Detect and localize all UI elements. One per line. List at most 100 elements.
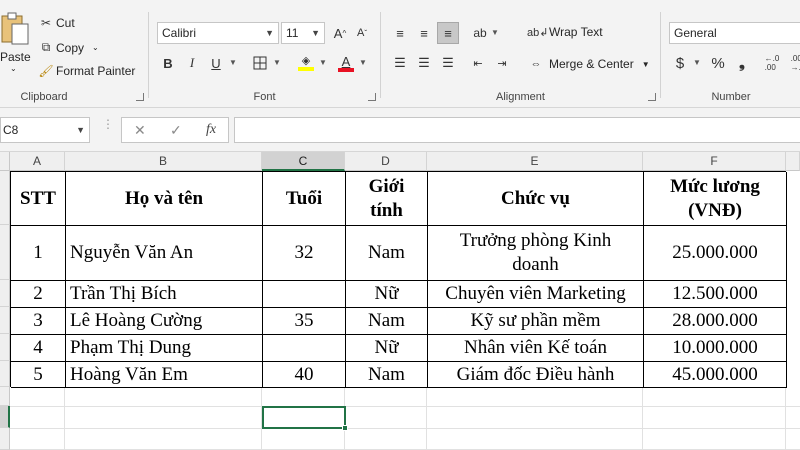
chevron-down-icon[interactable]: ▼: [491, 28, 499, 37]
merge-center-button[interactable]: ⇔ Merge & Center ▼: [527, 57, 650, 71]
wrap-text-button[interactable]: ab↲ Wrap Text: [527, 25, 603, 39]
table-cell[interactable]: 1: [11, 226, 66, 281]
row-header[interactable]: [0, 387, 10, 406]
row-header[interactable]: [0, 361, 10, 387]
table-cell[interactable]: Lê Hoàng Cường: [66, 308, 263, 335]
table-cell[interactable]: 32: [263, 226, 346, 281]
table-cell[interactable]: 5: [11, 362, 66, 388]
paste-button[interactable]: Paste ⌄: [0, 10, 31, 80]
select-all-corner[interactable]: [0, 152, 10, 171]
align-right-button[interactable]: ☰: [437, 52, 459, 74]
chevron-down-icon[interactable]: ▼: [273, 58, 281, 67]
fill-handle[interactable]: [342, 425, 348, 431]
column-header-b[interactable]: B: [65, 152, 262, 171]
column-header-a[interactable]: A: [10, 152, 65, 171]
row-header[interactable]: [0, 334, 10, 361]
column-header-c[interactable]: C: [262, 152, 345, 171]
table-header-cell[interactable]: Chức vụ: [428, 172, 644, 226]
cut-button[interactable]: ✂ Cut: [38, 16, 75, 30]
row-header[interactable]: [0, 225, 10, 280]
table-cell[interactable]: 28.000.000: [644, 308, 787, 335]
table-cell[interactable]: Nhân viên Kế toán: [428, 335, 644, 362]
table-cell[interactable]: Trần Thị Bích: [66, 281, 263, 308]
percent-button[interactable]: %: [707, 52, 729, 74]
enter-icon[interactable]: ✓: [170, 122, 182, 139]
table-cell[interactable]: Nguyễn Văn An: [66, 226, 263, 281]
table-header-cell[interactable]: STT: [11, 172, 66, 226]
column-header-d[interactable]: D: [345, 152, 427, 171]
row-header[interactable]: [0, 171, 10, 225]
fill-color-button[interactable]: ◈: [295, 52, 317, 74]
font-size-select[interactable]: 11 ▼: [281, 22, 325, 44]
column-header-f[interactable]: F: [643, 152, 786, 171]
table-cell[interactable]: Nữ: [346, 281, 428, 308]
row-header[interactable]: [0, 280, 10, 307]
row-header[interactable]: [0, 307, 10, 334]
table-cell[interactable]: Nữ: [346, 335, 428, 362]
table-header-cell[interactable]: Tuổi: [263, 172, 346, 226]
align-left-button[interactable]: ☰: [389, 52, 411, 74]
table-cell[interactable]: 3: [11, 308, 66, 335]
increase-font-size-button[interactable]: A ^: [329, 22, 351, 44]
table-cell[interactable]: Phạm Thị Dung: [66, 335, 263, 362]
format-painter-button[interactable]: 🖌 Format Painter: [38, 64, 135, 78]
orientation-button[interactable]: ab: [469, 22, 491, 44]
decrease-font-size-button[interactable]: Aˇ: [351, 22, 373, 44]
table-cell[interactable]: [263, 281, 346, 308]
align-center-button[interactable]: ☰: [413, 52, 435, 74]
number-format-select[interactable]: General: [669, 22, 800, 44]
font-name-select[interactable]: Calibri ▼: [157, 22, 279, 44]
bold-button[interactable]: B: [157, 52, 179, 74]
table-cell[interactable]: Chuyên viên Marketing: [428, 281, 644, 308]
table-header-cell[interactable]: Họ và tên: [66, 172, 263, 226]
paste-dropdown-icon[interactable]: ⌄: [10, 64, 17, 73]
table-cell[interactable]: Kỹ sư phần mềm: [428, 308, 644, 335]
table-cell[interactable]: 45.000.000: [644, 362, 787, 388]
cancel-icon[interactable]: ✕: [134, 122, 146, 139]
name-box[interactable]: C8 ▼: [0, 117, 90, 143]
align-top-button[interactable]: ≡: [389, 22, 411, 44]
column-header-e[interactable]: E: [427, 152, 643, 171]
row-header[interactable]: [0, 428, 10, 450]
table-cell[interactable]: 25.000.000: [644, 226, 787, 281]
chevron-down-icon[interactable]: ▼: [693, 58, 701, 67]
chevron-down-icon[interactable]: ▼: [359, 58, 367, 67]
decrease-indent-button[interactable]: ⇤: [467, 52, 489, 74]
table-cell[interactable]: Trưởng phòng Kinh doanh: [428, 226, 644, 281]
row-header-selected[interactable]: [0, 406, 10, 428]
increase-indent-button[interactable]: ⇥: [491, 52, 513, 74]
clipboard-launcher-icon[interactable]: [136, 93, 144, 101]
table-cell[interactable]: 12.500.000: [644, 281, 787, 308]
italic-button[interactable]: I: [181, 52, 203, 74]
copy-dropdown-icon[interactable]: ⌄: [92, 43, 99, 52]
insert-function-icon[interactable]: fx: [206, 122, 216, 138]
table-cell[interactable]: 35: [263, 308, 346, 335]
increase-decimal-button[interactable]: ←.0.00: [761, 52, 783, 74]
font-color-button[interactable]: A: [335, 52, 357, 74]
copy-button[interactable]: ⧉ Copy ⌄: [38, 40, 99, 55]
table-cell[interactable]: [263, 335, 346, 362]
table-cell[interactable]: 40: [263, 362, 346, 388]
table-cell[interactable]: Nam: [346, 308, 428, 335]
table-cell[interactable]: 10.000.000: [644, 335, 787, 362]
borders-button[interactable]: [249, 52, 271, 74]
table-header-cell[interactable]: Giới tính: [346, 172, 428, 226]
column-header-g[interactable]: [786, 152, 800, 171]
decrease-decimal-button[interactable]: .00→.0: [787, 52, 800, 74]
comma-style-button[interactable]: ❟: [731, 52, 753, 74]
align-middle-button[interactable]: ≡: [413, 22, 435, 44]
currency-button[interactable]: $: [669, 52, 691, 74]
table-cell[interactable]: Hoàng Văn Em: [66, 362, 263, 388]
formula-input[interactable]: [234, 117, 800, 143]
alignment-launcher-icon[interactable]: [648, 93, 656, 101]
table-cell[interactable]: 2: [11, 281, 66, 308]
chevron-down-icon[interactable]: ▼: [642, 60, 650, 69]
table-header-cell[interactable]: Mức lương (VNĐ): [644, 172, 787, 226]
font-launcher-icon[interactable]: [368, 93, 376, 101]
table-cell[interactable]: Nam: [346, 226, 428, 281]
table-cell[interactable]: Nam: [346, 362, 428, 388]
underline-button[interactable]: U: [205, 52, 227, 74]
chevron-down-icon[interactable]: ▼: [229, 58, 237, 67]
selected-cell-c8[interactable]: [262, 406, 346, 429]
chevron-down-icon[interactable]: ▼: [319, 58, 327, 67]
